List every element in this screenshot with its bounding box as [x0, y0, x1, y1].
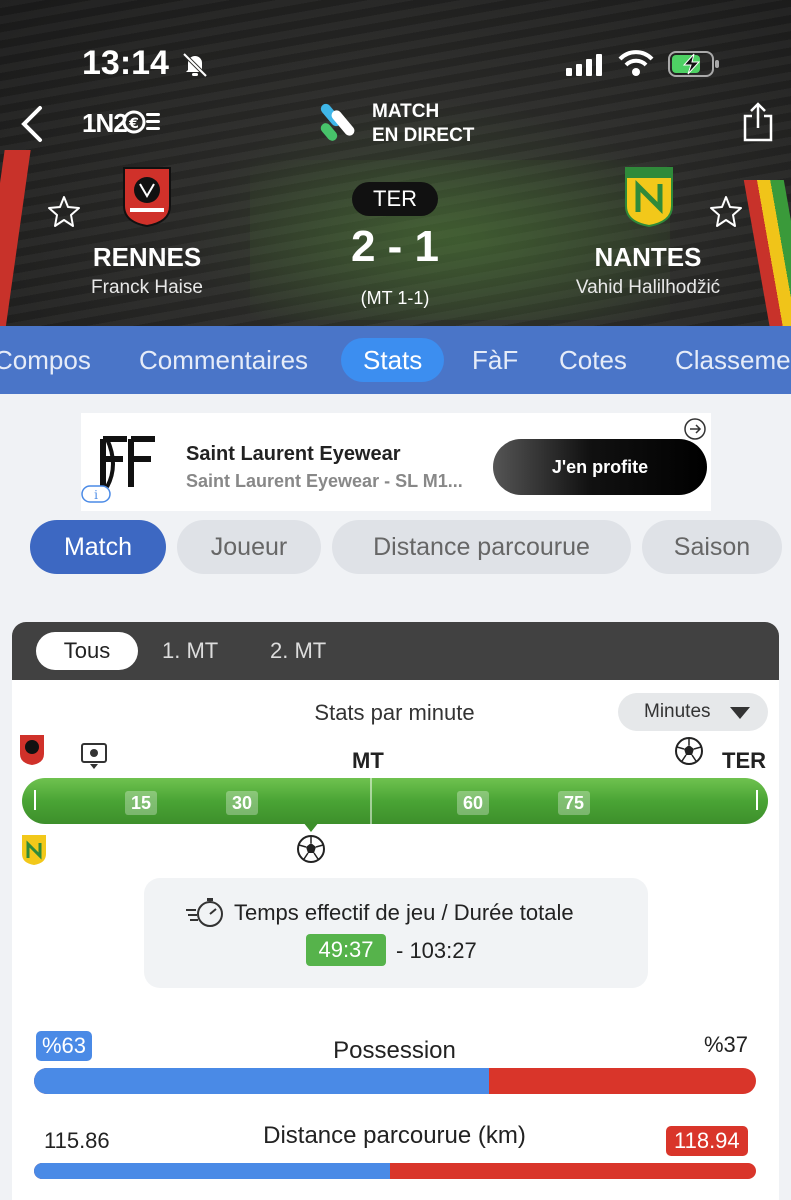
favorite-away-star-icon[interactable]: [708, 194, 744, 230]
home-team-name: RENNES: [92, 242, 202, 272]
back-chevron-icon[interactable]: [18, 104, 48, 144]
stats-card: Tous 1. MT 2. MT Stats par minute Minute…: [12, 622, 779, 1200]
distance-home-value: 115.86: [44, 1128, 110, 1153]
tab-commentaires[interactable]: Commentaires: [139, 338, 308, 382]
live-match-label: MATCH EN DIRECT: [372, 100, 474, 148]
distance-title: Distance parcourue (km): [263, 1122, 526, 1149]
ysl-ff-logo-icon: [100, 436, 155, 488]
caret-down-icon: [730, 707, 750, 719]
possession-away-value: %37: [703, 1032, 748, 1057]
halftime-score: (MT 1-1): [360, 288, 430, 308]
period-tous[interactable]: Tous: [36, 632, 138, 670]
match-score: 2 - 1: [350, 222, 440, 271]
possession-bar: [34, 1068, 756, 1094]
status-time: 13:14: [82, 44, 169, 82]
away-coach-name: Vahid Halilhodžić: [575, 277, 721, 298]
rennes-crest-icon: [123, 167, 171, 228]
rennes-mini-crest-icon: [20, 735, 44, 765]
chip-saison[interactable]: Saison: [642, 520, 782, 574]
timeline-tick: 15: [125, 791, 157, 815]
nantes-crest-icon: [625, 167, 673, 228]
timeline-tick: 60: [457, 791, 489, 815]
timeline-tick: 75: [558, 791, 590, 815]
match-header: 13:14 1N2 € MATCH EN DIRECT RENNES Franc…: [0, 0, 791, 330]
goal-icon[interactable]: [296, 834, 326, 864]
goal-icon[interactable]: [674, 736, 704, 766]
share-icon[interactable]: [742, 100, 774, 144]
timeline-halftime-label: MT: [352, 748, 384, 773]
chip-distance-parcourue[interactable]: Distance parcourue: [332, 520, 631, 574]
period-second-half[interactable]: 2. MT: [270, 632, 326, 670]
euro-coins-icon: €: [122, 110, 160, 134]
ad-info-icon[interactable]: i: [81, 485, 111, 503]
home-coach-name: Franck Haise: [91, 277, 203, 298]
tab-faf[interactable]: FàF: [472, 338, 518, 382]
effective-time-title: Temps effectif de jeu / Durée totale: [234, 900, 574, 925]
minutes-dropdown-label: Minutes: [644, 701, 711, 722]
match-status-badge: TER: [352, 182, 438, 216]
tab-classement[interactable]: Classement: [675, 338, 791, 382]
cell-signal-icon: [566, 52, 602, 76]
possession-title: Possession: [333, 1037, 456, 1064]
live-label-line2: EN DIRECT: [372, 125, 475, 146]
chip-match[interactable]: Match: [30, 520, 166, 574]
brand-logo-1n2: 1N2: [82, 108, 128, 138]
tab-compos[interactable]: Compos: [0, 338, 91, 382]
svg-text:i: i: [94, 488, 98, 502]
bell-muted-icon: [182, 52, 208, 78]
minutes-dropdown[interactable]: Minutes: [618, 693, 768, 731]
total-time-value: - 103:27: [396, 938, 477, 963]
period-selector: Tous 1. MT 2. MT: [12, 622, 779, 680]
effective-time-value: 49:37: [306, 934, 386, 966]
tab-cotes[interactable]: Cotes: [559, 338, 627, 382]
period-first-half[interactable]: 1. MT: [162, 632, 218, 670]
ad-arrow-icon[interactable]: [683, 417, 707, 441]
match-tabs: Compos Commentaires Stats FàF Cotes Clas…: [0, 326, 791, 394]
effective-time-box: Temps effectif de jeu / Durée totale 49:…: [144, 878, 648, 988]
distance-bar: [34, 1163, 756, 1179]
ad-title: Saint Laurent Eyewear: [186, 443, 401, 465]
timeline-tick: 30: [226, 791, 258, 815]
away-team-name: NANTES: [594, 242, 702, 272]
live-label-line1: MATCH: [372, 101, 440, 122]
svg-text:€: €: [128, 116, 139, 132]
stats-per-minute-title: Stats par minute: [314, 700, 475, 725]
timeline-end-marker: [756, 790, 758, 810]
ad-banner[interactable]: Saint Laurent Eyewear Saint Laurent Eyew…: [81, 413, 711, 511]
timeline-halftime-divider: [370, 778, 372, 824]
possession-home-value: %63: [36, 1031, 93, 1061]
live-match-logo-icon: [320, 103, 355, 141]
away-event-pointer: [303, 822, 319, 832]
distance-away-value: 118.94: [666, 1126, 748, 1156]
nantes-mini-crest-icon: [22, 835, 46, 865]
chip-joueur[interactable]: Joueur: [177, 520, 321, 574]
distance-home-fill: [34, 1163, 390, 1179]
var-icon[interactable]: [79, 740, 109, 770]
tab-stats[interactable]: Stats: [341, 338, 445, 382]
wifi-icon: [618, 50, 654, 76]
battery-charging-icon: [668, 51, 719, 77]
possession-home-fill: [34, 1068, 489, 1094]
ad-subtitle: Saint Laurent Eyewear - SL M1...: [186, 471, 463, 491]
stopwatch-icon: [186, 898, 223, 927]
timeline-end-label: TER: [722, 748, 766, 773]
ad-cta-button[interactable]: J'en profite: [493, 439, 707, 495]
favorite-home-star-icon[interactable]: [46, 194, 82, 230]
timeline-start-marker: [34, 790, 36, 810]
